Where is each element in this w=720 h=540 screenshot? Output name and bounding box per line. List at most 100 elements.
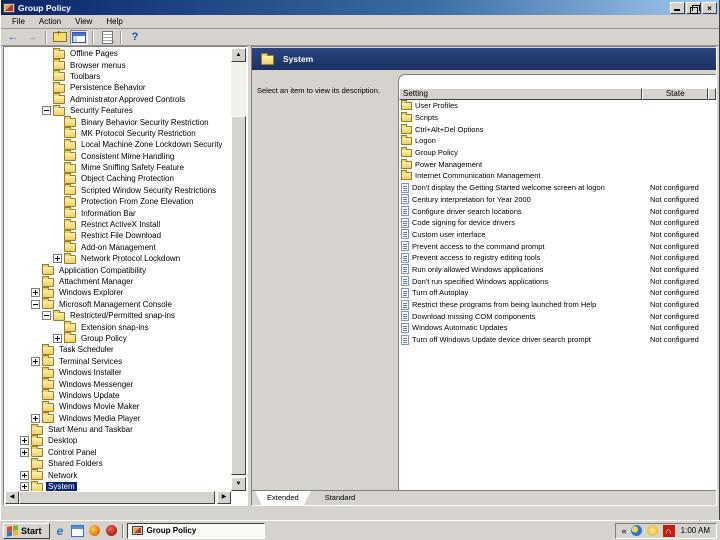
tree-item-windows-explorer[interactable]: Windows Explorer [5, 287, 231, 298]
expand-toggle-icon[interactable] [42, 106, 51, 115]
menu-view[interactable]: View [68, 16, 99, 27]
help-icon[interactable] [126, 30, 144, 45]
tree-item-persistence-behavior[interactable]: Persistence Behavior [5, 82, 231, 93]
tree-item-security-features[interactable]: Security Features [5, 105, 231, 116]
tree-item-control-panel[interactable]: Control Panel [5, 447, 231, 458]
setting-row-prevent-access-to-the-command-prompt[interactable]: Prevent access to the command prompt Not… [399, 240, 716, 252]
tree-item-desktop[interactable]: Desktop [5, 435, 231, 446]
setting-row-user-profiles[interactable]: User Profiles [399, 100, 716, 112]
tree-item-windows-media-player[interactable]: Windows Media Player [5, 413, 231, 424]
setting-row-power-management[interactable]: Power Management [399, 158, 716, 170]
tree-item-standard[interactable]: Standard [313, 491, 367, 505]
menu-help[interactable]: Help [99, 16, 129, 27]
start-button[interactable]: Start [3, 523, 50, 539]
menu-action[interactable]: Action [32, 16, 68, 27]
setting-row-turn-off-autoplay[interactable]: Turn off Autoplay Not configured [399, 287, 716, 299]
setting-row-code-signing-for-device-drivers[interactable]: Code signing for device drivers Not conf… [399, 217, 716, 229]
tree-item-task-scheduler[interactable]: Task Scheduler [5, 344, 231, 355]
tree-item-object-caching-protection[interactable]: Object Caching Protection [5, 173, 231, 184]
expand-toggle-icon[interactable] [31, 357, 40, 366]
expand-toggle-icon[interactable] [53, 334, 62, 343]
tray-chevron-icon[interactable]: « [622, 526, 627, 536]
setting-row-configure-driver-search-locations[interactable]: Configure driver search locations Not co… [399, 205, 716, 217]
tree-item-toolbars[interactable]: Toolbars [5, 71, 231, 82]
antivirus-icon[interactable] [663, 525, 675, 537]
export-list-icon[interactable] [98, 30, 116, 45]
tree-item-group-policy[interactable]: Group Policy [5, 333, 231, 344]
tree-item-attachment-manager[interactable]: Attachment Manager [5, 276, 231, 287]
security-center-icon[interactable] [631, 525, 643, 537]
setting-row-internet-communication-management[interactable]: Internet Communication Management [399, 170, 716, 182]
tree-item-protection-from-zone-elevation[interactable]: Protection From Zone Elevation [5, 196, 231, 207]
setting-row-windows-automatic-updates[interactable]: Windows Automatic Updates Not configured [399, 322, 716, 334]
tree-item-terminal-services[interactable]: Terminal Services [5, 356, 231, 367]
expand-toggle-icon[interactable] [20, 436, 29, 445]
close-button[interactable] [702, 2, 717, 14]
red-app-icon[interactable] [105, 524, 118, 537]
setting-row-scripts[interactable]: Scripts [399, 112, 716, 124]
tree-item-restrict-file-download[interactable]: Restrict File Download [5, 230, 231, 241]
tree-item-start-menu-and-taskbar[interactable]: Start Menu and Taskbar [5, 424, 231, 435]
internet-explorer-icon[interactable] [54, 524, 67, 537]
expand-toggle-icon[interactable] [31, 300, 40, 309]
tree-item-administrator-approved-controls[interactable]: Administrator Approved Controls [5, 94, 231, 105]
tree-item-scripted-window-security-restrictions[interactable]: Scripted Window Security Restrictions [5, 185, 231, 196]
tree-item-consistent-mime-handling[interactable]: Consistent Mime Handling [5, 151, 231, 162]
show-hide-tree-icon[interactable] [70, 30, 88, 45]
firefox-icon[interactable] [88, 524, 101, 537]
tree-item-browser-menus[interactable]: Browser menus [5, 59, 231, 70]
scroll-right-icon[interactable]: ▶ [217, 491, 231, 504]
expand-toggle-icon[interactable] [31, 414, 40, 423]
scroll-up-icon[interactable]: ▲ [231, 48, 246, 62]
tree-item-microsoft-management-console[interactable]: Microsoft Management Console [5, 299, 231, 310]
tree-item-system[interactable]: System [5, 481, 231, 491]
explorer-window-icon[interactable] [71, 524, 84, 537]
tree-item-mime-sniffing-safety-feature[interactable]: Mime Sniffing Safety Feature [5, 162, 231, 173]
setting-row-logon[interactable]: Logon [399, 135, 716, 147]
expand-toggle-icon[interactable] [53, 254, 62, 263]
minimize-button[interactable] [670, 2, 685, 14]
tree-item-restricted-permitted-snap-ins[interactable]: Restricted/Permitted snap-ins [5, 310, 231, 321]
expand-toggle-icon[interactable] [20, 482, 29, 491]
tree-item-shared-folders[interactable]: Shared Folders [5, 458, 231, 469]
up-one-level-icon[interactable] [51, 30, 69, 45]
tree-item-windows-messenger[interactable]: Windows Messenger [5, 378, 231, 389]
restore-button[interactable] [686, 2, 701, 14]
setting-row-century-interpretation-for-year-2000[interactable]: Century interpretation for Year 2000 Not… [399, 194, 716, 206]
setting-row-ctrl-alt-del-options[interactable]: Ctrl+Alt+Del Options [399, 123, 716, 135]
scroll-left-icon[interactable]: ◀ [5, 491, 19, 504]
tree-item-information-bar[interactable]: Information Bar [5, 207, 231, 218]
setting-row-download-missing-com-components[interactable]: Download missing COM components Not conf… [399, 310, 716, 322]
setting-row-custom-user-interface[interactable]: Custom user interface Not configured [399, 229, 716, 241]
expand-toggle-icon[interactable] [31, 288, 40, 297]
setting-row-turn-off-windows-update-device-driver-search-prompt[interactable]: Turn off Windows Update device driver se… [399, 334, 716, 346]
tree-item-mk-protocol-security-restriction[interactable]: MK Protocol Security Restriction [5, 128, 231, 139]
tree-item-windows-installer[interactable]: Windows Installer [5, 367, 231, 378]
titlebar[interactable]: Group Policy [1, 0, 719, 15]
tree-item-network-protocol-lockdown[interactable]: Network Protocol Lockdown [5, 253, 231, 264]
tree-item-restrict-activex-install[interactable]: Restrict ActiveX Install [5, 219, 231, 230]
tree-vertical-scrollbar[interactable]: ▲ ▼ [231, 48, 246, 491]
forward-icon[interactable] [23, 30, 41, 45]
tree-item-binary-behavior-security-restriction[interactable]: Binary Behavior Security Restriction [5, 116, 231, 127]
tree-item-windows-movie-maker[interactable]: Windows Movie Maker [5, 401, 231, 412]
column-header-state[interactable]: State [642, 88, 708, 100]
setting-row-group-policy[interactable]: Group Policy [399, 147, 716, 159]
scroll-down-icon[interactable]: ▼ [231, 477, 246, 491]
setting-row-don-t-run-specified-windows-applications[interactable]: Don't run specified Windows applications… [399, 275, 716, 287]
expand-toggle-icon[interactable] [42, 311, 51, 320]
column-header-setting[interactable]: Setting [399, 88, 642, 100]
tree-horizontal-scrollbar[interactable]: ◀ ▶ [5, 491, 231, 504]
tree-item-application-compatibility[interactable]: Application Compatibility [5, 264, 231, 275]
expand-toggle-icon[interactable] [20, 471, 29, 480]
setting-row-prevent-access-to-registry-editing-tools[interactable]: Prevent access to registry editing tools… [399, 252, 716, 264]
tree-item-extension-snap-ins[interactable]: Extension snap-ins [5, 321, 231, 332]
tree-item-windows-update[interactable]: Windows Update [5, 390, 231, 401]
tree-item-network[interactable]: Network [5, 469, 231, 480]
tree-item-add-on-management[interactable]: Add-on Management [5, 242, 231, 253]
expand-toggle-icon[interactable] [20, 448, 29, 457]
menu-file[interactable]: File [5, 16, 32, 27]
tree-item-offline-pages[interactable]: Offline Pages [5, 48, 231, 59]
tree-item-local-machine-zone-lockdown-security[interactable]: Local Machine Zone Lockdown Security [5, 139, 231, 150]
tree-item-extended[interactable]: Extended [255, 491, 311, 505]
